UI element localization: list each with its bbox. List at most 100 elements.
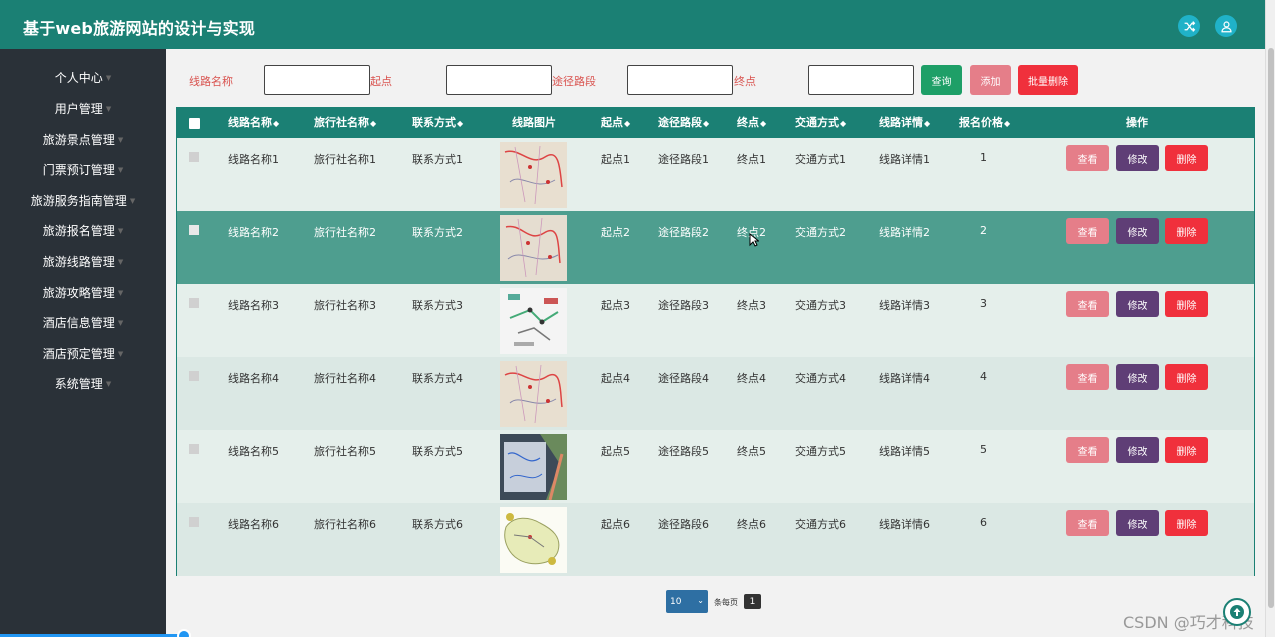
view-button[interactable]: 查看 <box>1066 291 1109 317</box>
table-row[interactable]: 线路名称3 旅行社名称3 联系方式3 起点3 途径路段3 终点3 交通方式3 线… <box>177 284 1254 357</box>
col-header-route-name[interactable]: 线路名称◆ <box>228 108 279 138</box>
batch-delete-button[interactable]: 批量删除 <box>1018 65 1078 95</box>
edit-button[interactable]: 修改 <box>1116 291 1159 317</box>
table-row[interactable]: 线路名称6 旅行社名称6 联系方式6 起点6 途径路段6 终点6 交通方式6 线… <box>177 503 1254 576</box>
sidebar-item-system[interactable]: 系统管理 ▼ <box>0 368 166 398</box>
delete-button[interactable]: 删除 <box>1165 364 1208 390</box>
view-button[interactable]: 查看 <box>1066 510 1109 536</box>
col-header-end[interactable]: 终点◆ <box>737 108 766 138</box>
sidebar-item-tickets[interactable]: 门票预订管理 ▼ <box>0 154 166 184</box>
sort-icon: ◆ <box>760 119 767 128</box>
sidebar-item-personal-center[interactable]: 个人中心 ▼ <box>0 62 166 92</box>
view-button[interactable]: 查看 <box>1066 364 1109 390</box>
edit-button[interactable]: 修改 <box>1116 218 1159 244</box>
cell-contact: 联系方式4 <box>412 372 463 385</box>
cell-end: 终点4 <box>737 372 766 385</box>
sidebar-item-hotel-booking[interactable]: 酒店预定管理 ▼ <box>0 338 166 368</box>
query-button[interactable]: 查询 <box>921 65 962 95</box>
route-name-input[interactable] <box>264 65 370 95</box>
delete-button[interactable]: 删除 <box>1165 218 1208 244</box>
caret-down-icon: ▼ <box>117 227 124 235</box>
arrow-up-icon <box>1230 605 1244 619</box>
col-header-via[interactable]: 途径路段◆ <box>658 108 709 138</box>
start-input[interactable] <box>446 65 552 95</box>
cell-route-name: 线路名称4 <box>228 372 279 385</box>
view-button[interactable]: 查看 <box>1066 145 1109 171</box>
sidebar-item-guides[interactable]: 旅游攻略管理 ▼ <box>0 277 166 307</box>
col-header-agency[interactable]: 旅行社名称◆ <box>314 108 376 138</box>
row-checkbox[interactable] <box>189 517 199 527</box>
col-header-start[interactable]: 起点◆ <box>601 108 630 138</box>
caret-down-icon: ▼ <box>117 289 124 297</box>
cell-transport: 交通方式1 <box>795 153 846 166</box>
table-row[interactable]: 线路名称5 旅行社名称5 联系方式5 起点5 途径路段5 终点5 交通方式5 线… <box>177 430 1254 503</box>
cell-transport: 交通方式4 <box>795 372 846 385</box>
table-row[interactable]: 线路名称1 旅行社名称1 联系方式1 起点1 途径路段1 终点1 交通方式1 线… <box>177 138 1254 211</box>
via-input[interactable] <box>627 65 733 95</box>
edit-button[interactable]: 修改 <box>1116 364 1159 390</box>
sidebar-item-users[interactable]: 用户管理 ▼ <box>0 93 166 123</box>
table-row[interactable]: 线路名称4 旅行社名称4 联系方式4 起点4 途径路段4 终点4 交通方式4 线… <box>177 357 1254 430</box>
page-scrollbar[interactable] <box>1265 0 1275 637</box>
sidebar-item-routes[interactable]: 旅游线路管理 ▼ <box>0 246 166 276</box>
col-header-contact[interactable]: 联系方式◆ <box>412 108 463 138</box>
row-checkbox[interactable] <box>189 444 199 454</box>
end-input[interactable] <box>808 65 914 95</box>
delete-button[interactable]: 删除 <box>1165 145 1208 171</box>
user-icon[interactable] <box>1215 15 1237 37</box>
shuffle-icon[interactable] <box>1178 15 1200 37</box>
page-number-button[interactable]: 1 <box>744 594 761 609</box>
row-checkbox[interactable] <box>189 225 199 235</box>
cell-contact: 联系方式1 <box>412 153 463 166</box>
route-map-image <box>500 142 567 208</box>
table-row[interactable]: 线路名称2 旅行社名称2 联系方式2 起点2 途径路段2 终点2 交通方式2 线… <box>177 211 1254 284</box>
route-name-label: 线路名称 <box>189 75 233 88</box>
cell-route-name: 线路名称2 <box>228 226 279 239</box>
cell-detail: 线路详情5 <box>879 445 930 458</box>
sort-icon: ◆ <box>703 119 710 128</box>
cell-agency: 旅行社名称6 <box>314 518 376 531</box>
row-checkbox[interactable] <box>189 152 199 162</box>
cell-contact: 联系方式3 <box>412 299 463 312</box>
row-checkbox[interactable] <box>189 371 199 381</box>
cell-contact: 联系方式6 <box>412 518 463 531</box>
edit-button[interactable]: 修改 <box>1116 510 1159 536</box>
route-map-image <box>500 507 567 573</box>
delete-button[interactable]: 删除 <box>1165 510 1208 536</box>
col-header-detail[interactable]: 线路详情◆ <box>879 108 930 138</box>
col-header-price[interactable]: 报名价格◆ <box>959 108 1010 138</box>
sidebar-item-registration[interactable]: 旅游报名管理 ▼ <box>0 215 166 245</box>
delete-button[interactable]: 删除 <box>1165 437 1208 463</box>
row-checkbox[interactable] <box>189 298 199 308</box>
col-header-transport[interactable]: 交通方式◆ <box>795 108 846 138</box>
sort-icon: ◆ <box>840 119 847 128</box>
sidebar-item-attractions[interactable]: 旅游景点管理 ▼ <box>0 124 166 154</box>
sort-icon: ◆ <box>457 119 464 128</box>
col-header-actions: 操作 <box>1126 116 1148 129</box>
add-button[interactable]: 添加 <box>970 65 1011 95</box>
cell-contact: 联系方式5 <box>412 445 463 458</box>
route-map-image <box>500 361 567 427</box>
delete-button[interactable]: 删除 <box>1165 291 1208 317</box>
caret-down-icon: ▼ <box>105 74 112 82</box>
sidebar-item-label: 用户管理 <box>54 101 103 116</box>
route-map-image <box>500 288 567 354</box>
cell-route-name: 线路名称3 <box>228 299 279 312</box>
sort-icon: ◆ <box>924 119 931 128</box>
cell-agency: 旅行社名称2 <box>314 226 376 239</box>
edit-button[interactable]: 修改 <box>1116 145 1159 171</box>
cell-via: 途径路段1 <box>658 153 709 166</box>
scrollbar-thumb[interactable] <box>1268 48 1274 608</box>
sidebar-item-service-guide[interactable]: 旅游服务指南管理 ▼ <box>0 185 166 215</box>
via-label: 途径路段 <box>552 75 596 88</box>
cell-price: 3 <box>980 297 987 310</box>
edit-button[interactable]: 修改 <box>1116 437 1159 463</box>
page-size-select[interactable]: 10 ⌄ <box>666 590 708 613</box>
select-all-checkbox[interactable] <box>189 118 200 129</box>
cell-detail: 线路详情1 <box>879 153 930 166</box>
view-button[interactable]: 查看 <box>1066 218 1109 244</box>
back-to-top-button[interactable] <box>1223 598 1251 626</box>
view-button[interactable]: 查看 <box>1066 437 1109 463</box>
sidebar-item-label: 系统管理 <box>54 376 103 391</box>
sidebar-item-hotel-info[interactable]: 酒店信息管理 ▼ <box>0 307 166 337</box>
